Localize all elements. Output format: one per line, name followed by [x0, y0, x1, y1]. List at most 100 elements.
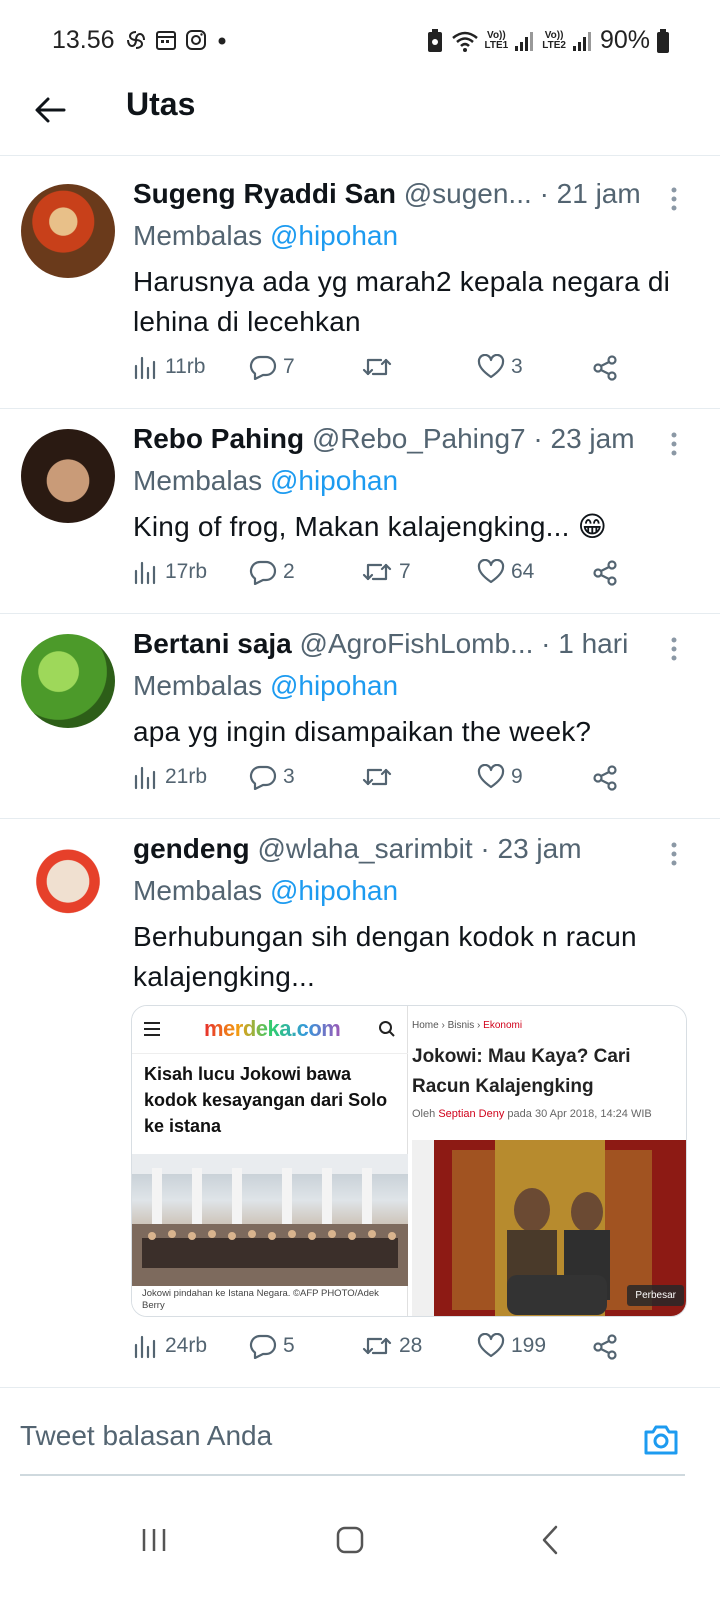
- sim1-indicator: Vo)) LTE1: [484, 29, 509, 51]
- tweet-time: · 23 jam: [533, 423, 635, 454]
- tweet-media[interactable]: merdeka.com Kisah lucu Jokowi bawa kodok…: [131, 1005, 687, 1317]
- pinwheel-icon: [127, 31, 145, 49]
- heart-icon: [477, 354, 505, 379]
- tweet-actions: 21rb 3 9: [133, 764, 670, 804]
- retweet-button[interactable]: 7: [361, 559, 411, 585]
- tweet-text: Harusnya ada yg marah2 kepala negara di …: [133, 266, 671, 337]
- reply-button[interactable]: 2: [249, 559, 295, 585]
- media-image-left[interactable]: merdeka.com Kisah lucu Jokowi bawa kodok…: [132, 1006, 408, 1316]
- more-options-icon[interactable]: [662, 429, 686, 459]
- more-options-icon[interactable]: [662, 839, 686, 869]
- chevron-left-icon: [542, 1525, 558, 1555]
- photo-caption: Jokowi pindahan ke Istana Negara. ©AFP P…: [142, 1288, 379, 1311]
- author-name[interactable]: gendeng: [133, 833, 250, 864]
- tweet-header: Bertani saja @AgroFishLomb... · 1 hari: [133, 628, 670, 660]
- wifi-icon: [451, 31, 478, 52]
- app-header: Utas: [0, 82, 720, 156]
- system-icons: Vo)) LTE1 Vo)) LTE2 90%: [425, 26, 670, 55]
- media-image-right[interactable]: Home › Bisnis › Ekonomi Jokowi: Mau Kaya…: [412, 1006, 686, 1316]
- camera-icon[interactable]: [641, 1420, 681, 1460]
- mention-link[interactable]: @hipohan: [270, 465, 398, 496]
- mention-link[interactable]: @hipohan: [270, 875, 398, 906]
- avatar[interactable]: [21, 634, 115, 728]
- retweet-button[interactable]: 28: [361, 1333, 422, 1359]
- reply-context: Membalas @hipohan: [133, 875, 399, 906]
- author-handle[interactable]: @Rebo_Pahing7: [312, 423, 526, 454]
- share-icon: [593, 1334, 617, 1360]
- like-button[interactable]: 64: [477, 559, 534, 585]
- tweet-header: Rebo Pahing @Rebo_Pahing7 · 23 jam: [133, 423, 670, 455]
- avatar[interactable]: [21, 184, 115, 278]
- status-time: 13.56: [52, 26, 115, 54]
- tweet-text: apa yg ingin disampaikan the week?: [133, 716, 592, 747]
- retweet-button[interactable]: [361, 354, 399, 380]
- article-photo: Perbesar: [412, 1140, 686, 1316]
- tweet-item[interactable]: gendeng @wlaha_sarimbit · 23 jam Membala…: [0, 819, 720, 1388]
- views-button[interactable]: 21rb: [133, 764, 207, 790]
- status-bar: 13.56 Vo)) LTE1 Vo)) LTE2 90%: [0, 0, 720, 82]
- article-headline: Kisah lucu Jokowi bawa kodok kesayangan …: [144, 1064, 388, 1136]
- battery-saver-icon: [427, 28, 442, 52]
- article-byline: Oleh Septian Deny pada 30 Apr 2018, 14:2…: [412, 1108, 652, 1120]
- back-button[interactable]: [28, 88, 72, 132]
- tweet-item[interactable]: Bertani saja @AgroFishLomb... · 1 hari M…: [0, 614, 720, 819]
- share-button[interactable]: [591, 764, 619, 792]
- recent-apps-button[interactable]: [124, 1510, 184, 1570]
- tweet-actions: 24rb 5 28 199: [133, 1333, 670, 1373]
- tweet-time: · 23 jam: [480, 833, 582, 864]
- reply-composer: Tweet balasan Anda: [20, 1412, 685, 1476]
- author-name[interactable]: Rebo Pahing: [133, 423, 304, 454]
- recent-apps-icon: [142, 1529, 166, 1551]
- enlarge-button[interactable]: Perbesar: [627, 1285, 684, 1306]
- sim2-indicator: Vo)) LTE2: [542, 29, 566, 51]
- hamburger-menu-icon: [144, 1022, 160, 1036]
- share-icon: [593, 765, 617, 791]
- more-options-icon[interactable]: [662, 634, 686, 664]
- article-photo: [132, 1154, 408, 1286]
- bar-chart-icon: [134, 561, 156, 585]
- back-nav-button[interactable]: [520, 1510, 580, 1570]
- comment-icon: [249, 1334, 277, 1359]
- tweet-item[interactable]: Sugeng Ryaddi San @sugen... · 21 jam Mem…: [0, 164, 720, 409]
- battery-percent: 90%: [599, 26, 650, 54]
- share-button[interactable]: [591, 559, 619, 587]
- author-name[interactable]: Bertani saja: [133, 628, 292, 659]
- site-header: merdeka.com: [132, 1006, 408, 1054]
- author-handle[interactable]: @AgroFishLomb...: [300, 628, 534, 659]
- share-button[interactable]: [591, 1333, 619, 1361]
- heart-icon: [477, 1333, 505, 1358]
- like-button[interactable]: 3: [477, 354, 523, 380]
- heart-icon: [477, 559, 505, 584]
- tweet-actions: 11rb 7 3: [133, 354, 670, 394]
- signal-icon: [515, 31, 534, 51]
- reply-button[interactable]: 7: [249, 354, 295, 380]
- home-button[interactable]: [320, 1510, 380, 1570]
- like-button[interactable]: 199: [477, 1333, 546, 1359]
- tweet-header: Sugeng Ryaddi San @sugen... · 21 jam: [133, 178, 670, 210]
- views-button[interactable]: 24rb: [133, 1333, 207, 1359]
- avatar[interactable]: [21, 839, 115, 933]
- author-handle[interactable]: @wlaha_sarimbit: [257, 833, 472, 864]
- reply-button[interactable]: 5: [249, 1333, 295, 1359]
- reply-input[interactable]: Tweet balasan Anda: [20, 1420, 272, 1452]
- author-name[interactable]: Sugeng Ryaddi San: [133, 178, 396, 209]
- tweet-time: · 1 hari: [541, 628, 629, 659]
- reply-button[interactable]: 3: [249, 764, 295, 790]
- retweet-button[interactable]: [361, 764, 399, 790]
- more-options-icon[interactable]: [662, 184, 686, 214]
- mention-link[interactable]: @hipohan: [270, 670, 398, 701]
- mention-link[interactable]: @hipohan: [270, 220, 398, 251]
- reply-context: Membalas @hipohan: [133, 465, 399, 496]
- like-button[interactable]: 9: [477, 764, 523, 790]
- share-icon: [593, 560, 617, 586]
- avatar[interactable]: [21, 429, 115, 523]
- tweet-time: · 21 jam: [539, 178, 641, 209]
- views-button[interactable]: 17rb: [133, 559, 207, 585]
- tweet-text: King of frog, Makan kalajengking... 😁: [133, 511, 607, 542]
- home-icon: [336, 1526, 364, 1554]
- author-handle[interactable]: @sugen...: [404, 178, 532, 209]
- share-button[interactable]: [591, 354, 619, 382]
- comment-icon: [249, 560, 277, 585]
- views-button[interactable]: 11rb: [133, 354, 205, 380]
- tweet-item[interactable]: Rebo Pahing @Rebo_Pahing7 · 23 jam Memba…: [0, 409, 720, 614]
